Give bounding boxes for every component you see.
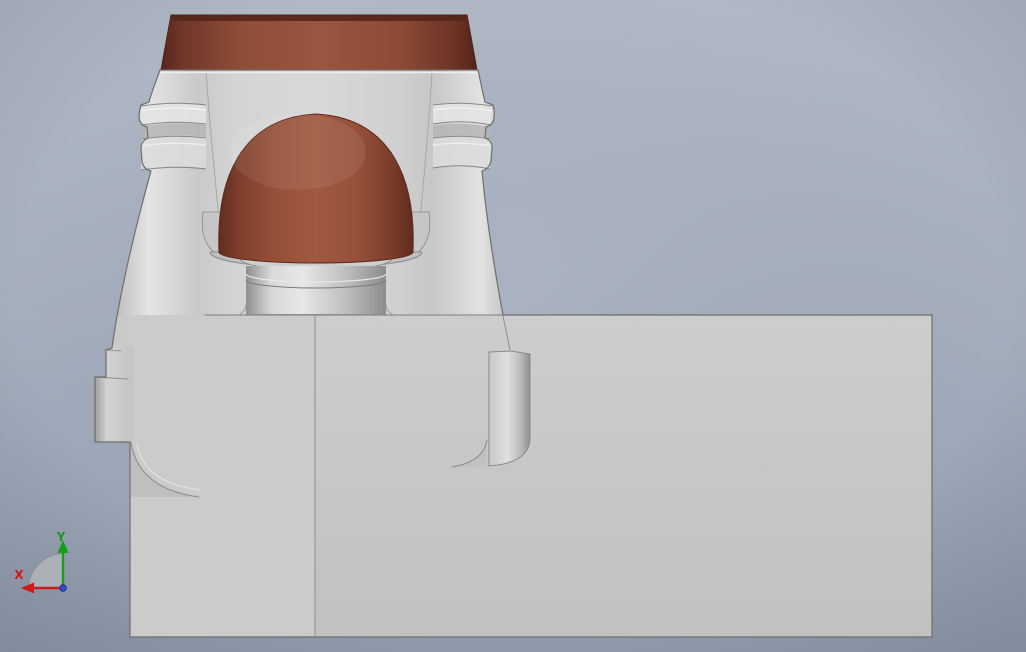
right-ring-grooves <box>432 102 493 170</box>
x-axis-label: X <box>14 568 24 582</box>
base-block[interactable] <box>128 315 315 638</box>
neck-cylinder[interactable] <box>237 266 395 316</box>
top-collar-ring[interactable] <box>160 14 478 71</box>
y-axis-label: Y <box>56 530 66 544</box>
cad-viewport[interactable]: Y X <box>0 0 1026 652</box>
left-ring-grooves <box>140 102 207 171</box>
triad-origin-dot <box>59 584 67 592</box>
